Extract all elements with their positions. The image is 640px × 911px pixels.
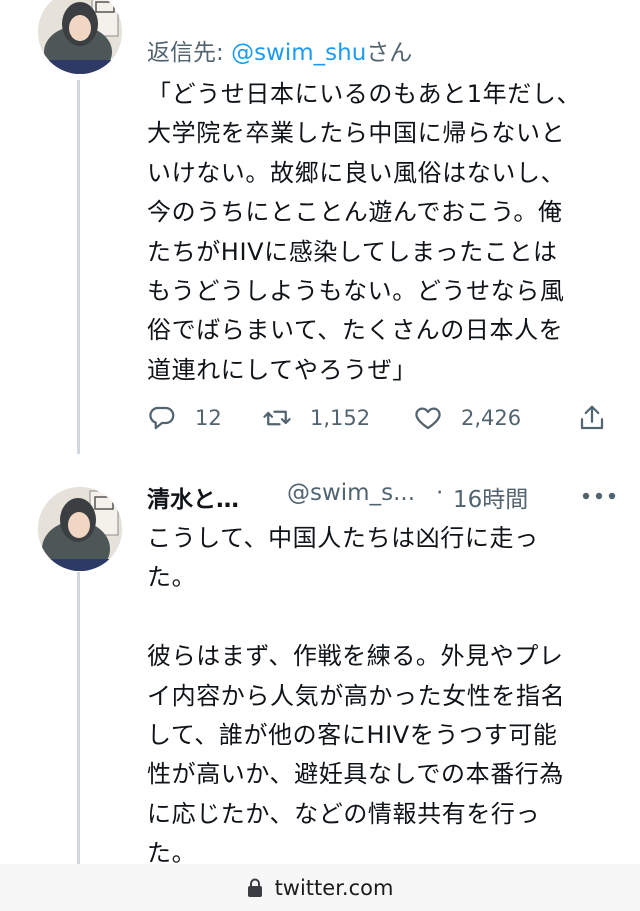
heart-icon [415, 407, 441, 430]
reply-to-line: 返信先: @swim_shuさん [147, 33, 412, 67]
reply-icon [149, 406, 175, 430]
retweet-count: 1,152 [310, 406, 371, 430]
retweet-icon [263, 410, 291, 426]
avatar[interactable] [38, 0, 122, 74]
reply-handle-link[interactable]: @swim_shu [231, 40, 366, 66]
separator-dot: · [436, 480, 444, 506]
tweet-text: こうして、中国人たちは凶行に走っ た。 彼らはまず、作戦を練る。外見やプレ イ内… [147, 524, 566, 868]
display-name[interactable]: 清水と… [147, 480, 239, 514]
thread-line [77, 572, 80, 864]
more-icon[interactable] [580, 486, 618, 506]
share-button[interactable] [577, 398, 607, 438]
share-icon [580, 405, 604, 430]
url-text: twitter.com [274, 875, 394, 900]
tweet-text: 「どうせ日本にいるのもあと1年だし、 大学院を卒業したら中国に帰らないと いけな… [147, 80, 582, 384]
browser-url-bar[interactable]: twitter.com [0, 864, 640, 911]
reply-suffix: さん [366, 40, 413, 66]
avatar-image [38, 0, 122, 74]
retweet-button[interactable]: 1,152 [262, 398, 370, 438]
tweet-header: 清水と… @swim_s... · 16時間 [147, 480, 617, 514]
reply-button[interactable]: 12 [147, 398, 222, 438]
like-button[interactable]: 2,426 [413, 398, 521, 438]
avatar-image [38, 487, 122, 571]
twitter-thread: 返信先: @swim_shuさん 「どうせ日本にいるのもあと1年だし、 大学院を… [0, 0, 640, 911]
thread-line [77, 80, 80, 454]
lock-icon [247, 878, 262, 897]
user-handle[interactable]: @swim_s... [287, 480, 415, 506]
timestamp[interactable]: 16時間 [453, 480, 528, 514]
tweet-actions: 12 1,152 2,426 [147, 398, 617, 438]
reply-count: 12 [195, 406, 222, 430]
reply-prefix: 返信先: [147, 40, 232, 66]
avatar[interactable] [38, 487, 122, 571]
like-count: 2,426 [461, 406, 522, 430]
